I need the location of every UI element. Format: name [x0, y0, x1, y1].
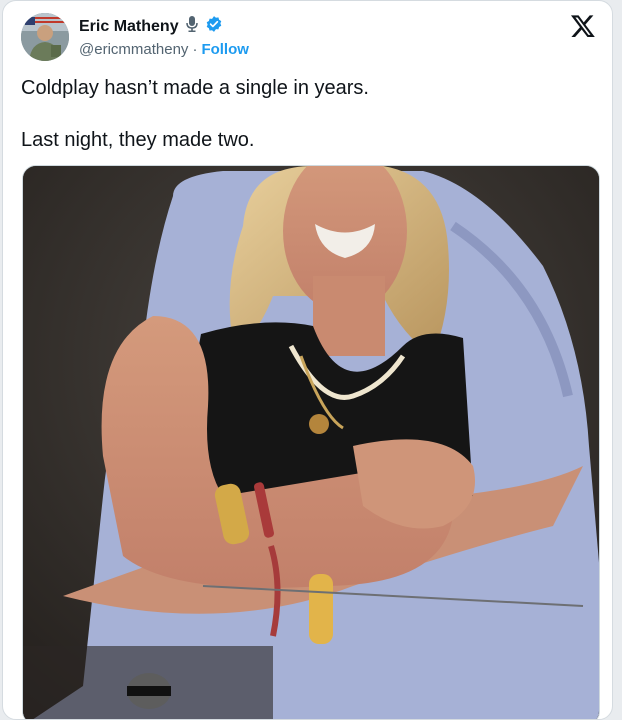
avatar[interactable]	[21, 13, 69, 61]
author-name[interactable]: Eric Matheny	[79, 18, 179, 36]
x-logo-icon[interactable]	[570, 13, 596, 39]
tweet-text-line-2: Last night, they made two.	[21, 129, 255, 151]
separator-dot: ·	[192, 41, 198, 58]
verified-badge-icon	[205, 15, 223, 38]
microphone-badge-icon	[184, 15, 200, 38]
tweet-card: Eric Matheny @ericmmatheny · Follow Cold…	[2, 0, 613, 720]
follow-button[interactable]: Follow	[201, 41, 249, 58]
tweet-text: Coldplay hasn’t made a single in years. …	[21, 75, 591, 179]
tweet-text-line-1: Coldplay hasn’t made a single in years.	[21, 77, 369, 99]
author-handle[interactable]: @ericmmatheny	[79, 41, 188, 58]
tweet-photo[interactable]	[22, 165, 600, 719]
